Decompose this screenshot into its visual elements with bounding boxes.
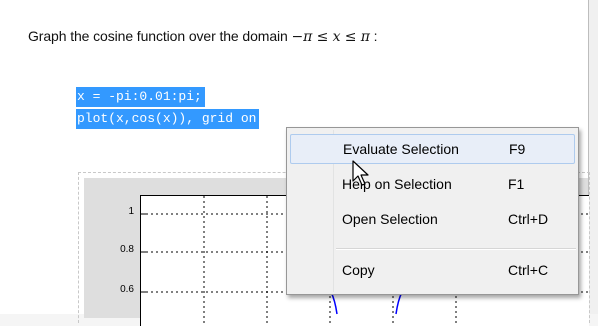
instruction-math: −π ≤ x ≤ π xyxy=(291,29,370,45)
ytick-label: 0.6 xyxy=(120,284,134,295)
ytick-label: 1 xyxy=(128,206,134,217)
menu-item-shortcut: Ctrl+D xyxy=(508,211,549,227)
cosine-curve xyxy=(330,291,403,315)
menu-item-label: Open Selection xyxy=(342,211,438,227)
ytick-label: 0.8 xyxy=(120,244,134,255)
scrollbar-track[interactable] xyxy=(589,0,598,314)
menu-item-evaluate-selection[interactable]: Evaluate Selection F9 xyxy=(290,134,575,164)
code-block[interactable]: x = -pi:0.01:pi; plot(x,cos(x)), grid on xyxy=(76,87,260,129)
menu-item-shortcut: F1 xyxy=(508,176,525,192)
menu-item-help-on-selection[interactable]: Help on Selection F1 xyxy=(290,170,575,200)
menu-item-shortcut: F9 xyxy=(509,141,526,157)
menu-item-label: Copy xyxy=(342,262,375,278)
mouse-pointer-icon xyxy=(352,160,369,186)
instruction-text: Graph the cosine function over the domai… xyxy=(28,28,378,45)
code-line-1[interactable]: x = -pi:0.01:pi; xyxy=(76,87,205,107)
menu-separator xyxy=(336,248,576,250)
menu-item-open-selection[interactable]: Open Selection Ctrl+D xyxy=(290,205,575,235)
instruction-prefix: Graph the cosine function over the domai… xyxy=(28,28,288,44)
menu-item-copy[interactable]: Copy Ctrl+C xyxy=(290,256,575,286)
context-menu: Evaluate Selection F9 Help on Selection … xyxy=(286,127,579,295)
instruction-suffix: : xyxy=(373,28,378,44)
menu-item-shortcut: Ctrl+C xyxy=(508,262,549,278)
code-line-2[interactable]: plot(x,cos(x)), grid on xyxy=(76,109,260,129)
menu-item-label: Evaluate Selection xyxy=(343,141,459,157)
